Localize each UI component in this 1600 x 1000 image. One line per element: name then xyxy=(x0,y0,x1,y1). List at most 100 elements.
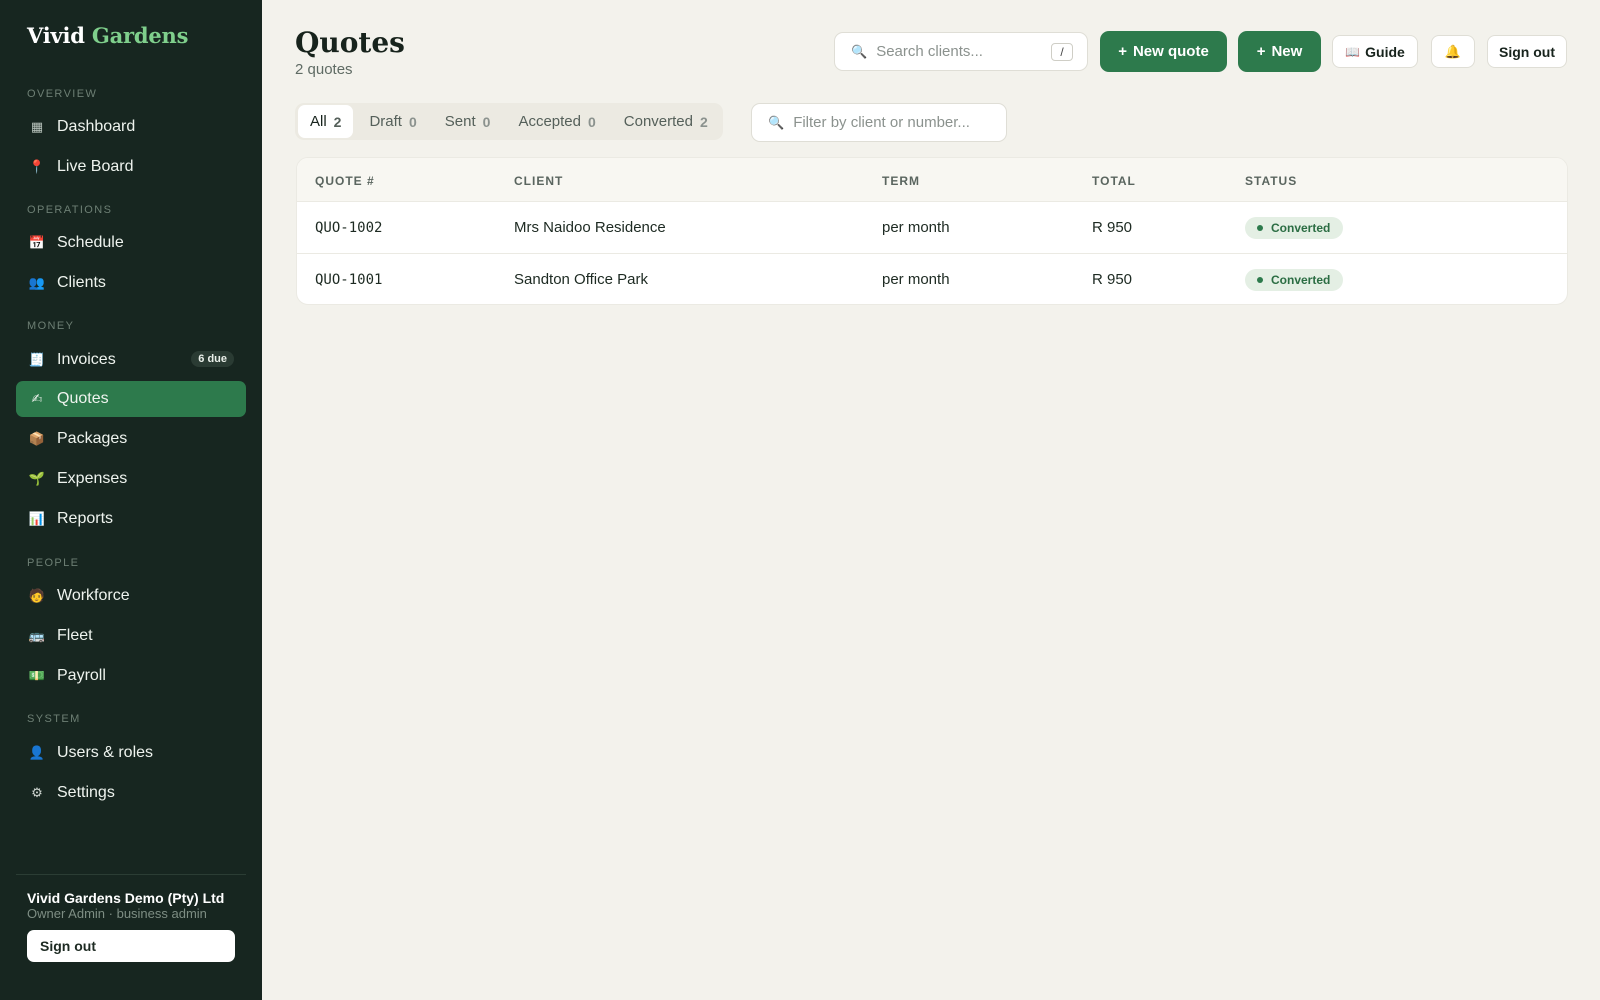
quote-number[interactable]: QUO-1002 xyxy=(315,220,382,236)
sidebar-item-label: Settings xyxy=(57,784,115,801)
status-badge: Converted xyxy=(1245,217,1344,239)
package-icon: 📦 xyxy=(28,431,46,446)
quote-filter[interactable]: 🔍 xyxy=(751,103,1007,142)
sidebar-item-reports[interactable]: 📊 Reports xyxy=(16,501,246,537)
table-row[interactable]: QUO-1002 Mrs Naidoo Residence per month … xyxy=(297,202,1567,254)
brand-name: Vivid xyxy=(27,23,85,48)
sidebar-item-label: Workforce xyxy=(57,587,130,604)
column-header-status[interactable]: STATUS xyxy=(1245,174,1297,188)
sidebar-item-label: Expenses xyxy=(57,470,128,487)
tab-count: 0 xyxy=(482,113,491,130)
page-subtitle: 2 quotes xyxy=(295,61,353,78)
section-label-operations: OPERATIONS xyxy=(27,204,113,216)
sidebar-item-label: Users & roles xyxy=(57,744,154,761)
grid-icon: ▦ xyxy=(30,119,44,134)
sidebar-item-label: Live Board xyxy=(57,158,134,175)
sidebar-item-packages[interactable]: 📦 Packages xyxy=(16,421,246,457)
brand-accent: Gardens xyxy=(91,23,189,48)
bell-icon: 🔔 xyxy=(1444,43,1462,59)
column-header-total[interactable]: TOTAL xyxy=(1092,174,1136,188)
status-label: Converted xyxy=(1271,221,1331,235)
new-quote-button[interactable]: + New quote xyxy=(1100,31,1227,72)
header-sign-out-button[interactable]: Sign out xyxy=(1487,35,1567,68)
tab-label: All xyxy=(310,113,327,130)
quote-term: per month xyxy=(882,219,950,236)
sidebar-item-label: Invoices xyxy=(57,351,116,368)
chart-icon: 📊 xyxy=(28,511,46,526)
gear-icon: ⚙ xyxy=(31,785,43,800)
sidebar-item-schedule[interactable]: 📅 Schedule xyxy=(16,225,246,261)
quotes-table: QUOTE # CLIENT TERM TOTAL STATUS QUO-100… xyxy=(296,157,1568,305)
sidebar-item-label: Packages xyxy=(57,430,128,447)
tab-label: Sent xyxy=(444,113,476,130)
sidebar-item-label: Clients xyxy=(57,274,106,291)
client-search[interactable]: 🔍 / xyxy=(834,32,1088,71)
client-name: Mrs Naidoo Residence xyxy=(514,219,666,236)
worker-icon: 🧑 xyxy=(28,588,46,603)
sidebar-item-payroll[interactable]: 💵 Payroll xyxy=(16,658,246,694)
column-header-client[interactable]: CLIENT xyxy=(514,174,563,188)
seedling-icon: 🌱 xyxy=(28,471,46,486)
search-input[interactable] xyxy=(876,43,1045,60)
user-icon: 👤 xyxy=(28,745,46,760)
sidebar-item-dashboard[interactable]: ▦ Dashboard xyxy=(16,109,246,145)
tab-label: Converted xyxy=(623,113,693,130)
org-name: Vivid Gardens Demo (Pty) Ltd xyxy=(27,890,225,906)
sidebar-item-live-board[interactable]: 📍 Live Board xyxy=(16,149,246,185)
brand-logo[interactable]: Vivid Gardens xyxy=(27,23,188,48)
tab-sent[interactable]: Sent 0 xyxy=(433,105,503,138)
tab-draft[interactable]: Draft 0 xyxy=(357,105,428,138)
new-quote-label: New quote xyxy=(1132,43,1209,60)
pin-icon: 📍 xyxy=(28,159,46,174)
sidebar-item-label: Reports xyxy=(57,510,114,527)
search-icon: 🔍 xyxy=(851,43,868,59)
sidebar-item-clients[interactable]: 👥 Clients xyxy=(16,265,246,301)
people-icon: 👥 xyxy=(28,275,46,290)
table-header: QUOTE # CLIENT TERM TOTAL STATUS xyxy=(297,158,1567,202)
writing-hand-icon: ✍ xyxy=(31,391,43,406)
quote-number[interactable]: QUO-1001 xyxy=(315,272,382,288)
quote-term: per month xyxy=(882,271,950,288)
section-label-money: MONEY xyxy=(27,320,75,332)
sidebar-item-workforce[interactable]: 🧑 Workforce xyxy=(16,578,246,614)
sidebar-item-settings[interactable]: ⚙ Settings xyxy=(16,775,246,811)
money-icon: 💵 xyxy=(28,668,46,683)
table-row[interactable]: QUO-1001 Sandton Office Park per month R… xyxy=(297,254,1567,304)
tab-label: Accepted xyxy=(518,113,581,130)
tab-count: 2 xyxy=(333,113,342,130)
section-label-overview: OVERVIEW xyxy=(27,88,98,100)
tab-accepted[interactable]: Accepted 0 xyxy=(506,105,607,138)
quote-total: R 950 xyxy=(1092,271,1133,288)
tab-converted[interactable]: Converted 2 xyxy=(612,105,720,138)
new-button[interactable]: + New xyxy=(1238,31,1321,72)
filter-input[interactable] xyxy=(793,114,994,131)
column-header-term[interactable]: TERM xyxy=(882,174,920,188)
sidebar: Vivid Gardens OVERVIEW ▦ Dashboard 📍 Liv… xyxy=(0,0,262,1000)
status-dot-icon xyxy=(1257,225,1263,231)
sidebar-item-label: Dashboard xyxy=(57,118,136,135)
status-tabs: All 2 Draft 0 Sent 0 Accepted 0 Converte… xyxy=(295,103,723,140)
tab-count: 0 xyxy=(408,113,417,130)
receipt-icon: 🧾 xyxy=(28,352,46,367)
sidebar-item-users-roles[interactable]: 👤 Users & roles xyxy=(16,735,246,771)
plus-icon: + xyxy=(1118,43,1127,60)
guide-button[interactable]: 📖 Guide xyxy=(1332,35,1418,68)
sidebar-item-quotes[interactable]: ✍ Quotes xyxy=(16,381,246,417)
search-shortcut-hint: / xyxy=(1051,43,1073,61)
column-header-quote-number[interactable]: QUOTE # xyxy=(315,174,375,188)
sidebar-item-invoices[interactable]: 🧾 Invoices 6 due xyxy=(16,342,246,378)
sidebar-item-fleet[interactable]: 🚌 Fleet xyxy=(16,618,246,654)
calendar-icon: 📅 xyxy=(28,235,46,250)
book-icon: 📖 xyxy=(1345,44,1361,59)
status-label: Converted xyxy=(1271,273,1331,287)
guide-label: Guide xyxy=(1365,43,1405,60)
section-label-system: SYSTEM xyxy=(27,713,81,725)
status-dot-icon xyxy=(1257,277,1263,283)
tab-all[interactable]: All 2 xyxy=(298,105,354,138)
search-icon: 🔍 xyxy=(768,114,785,130)
tab-label: Draft xyxy=(369,113,402,130)
sidebar-sign-out-button[interactable]: Sign out xyxy=(27,930,235,962)
sidebar-item-expenses[interactable]: 🌱 Expenses xyxy=(16,461,246,497)
sidebar-item-label: Fleet xyxy=(57,627,93,644)
notifications-button[interactable]: 🔔 xyxy=(1431,35,1475,68)
